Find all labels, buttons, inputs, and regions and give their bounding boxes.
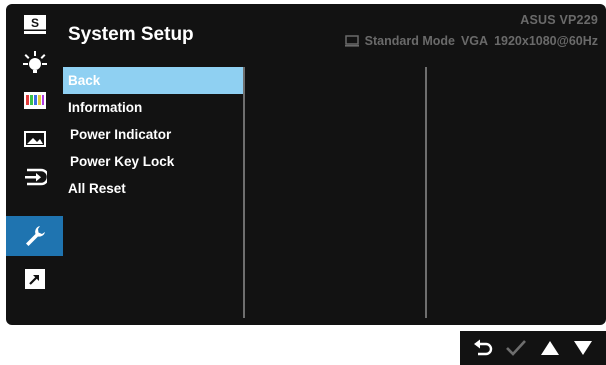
triangle-down-icon	[574, 341, 593, 355]
status-bar: Standard Mode VGA 1920x1080@60Hz	[344, 34, 598, 48]
shortcut-arrow-icon	[24, 269, 45, 289]
sidebar-item-brightness[interactable]	[6, 44, 63, 82]
up-button[interactable]	[536, 334, 564, 362]
page-title: System Setup	[68, 24, 194, 45]
color-bars-icon	[23, 92, 46, 109]
brightness-icon	[22, 51, 47, 73]
return-button[interactable]	[469, 334, 497, 362]
input-source-label: VGA	[460, 34, 489, 48]
color-mode-label: Standard Mode	[364, 34, 455, 48]
nav-button-bar	[460, 331, 606, 365]
confirm-button[interactable]	[502, 334, 530, 362]
osd-menu-panel: S System Setup ASUS VP229 Standard Mode …	[6, 4, 606, 325]
header: System Setup ASUS VP229 Standard Mode VG…	[63, 4, 606, 56]
svg-text:S: S	[30, 16, 38, 30]
menu-item-power-key-lock[interactable]: Power Key Lock	[63, 148, 243, 175]
sidebar-item-system-setup[interactable]	[6, 216, 63, 256]
sidebar-item-input-select[interactable]	[6, 158, 63, 196]
menu-item-all-reset[interactable]: All Reset	[63, 175, 243, 202]
sidebar-item-shortcut[interactable]	[6, 260, 63, 298]
menu-item-information[interactable]: Information	[63, 94, 243, 121]
sidebar-item-color[interactable]	[6, 82, 63, 120]
sidebar: S	[6, 4, 63, 325]
sidebar-item-splendid[interactable]: S	[6, 6, 63, 44]
down-button[interactable]	[569, 334, 597, 362]
input-select-icon	[24, 168, 47, 186]
model-name: ASUS VP229	[520, 13, 598, 27]
menu-item-power-indicator[interactable]: Power Indicator	[63, 121, 243, 148]
return-arrow-icon	[473, 339, 492, 356]
system-setup-menu: Back Information Power Indicator Power K…	[63, 67, 243, 202]
monitor-icon	[344, 35, 359, 47]
sidebar-item-image[interactable]	[6, 120, 63, 158]
s-letter-icon: S	[23, 15, 46, 34]
column-divider	[425, 67, 427, 318]
triangle-up-icon	[540, 341, 559, 355]
image-icon	[23, 131, 46, 147]
menu-item-back[interactable]: Back	[63, 67, 243, 94]
column-divider	[243, 67, 245, 318]
checkmark-icon	[506, 340, 527, 356]
wrench-icon	[25, 226, 45, 246]
resolution-label: 1920x1080@60Hz	[494, 34, 598, 48]
